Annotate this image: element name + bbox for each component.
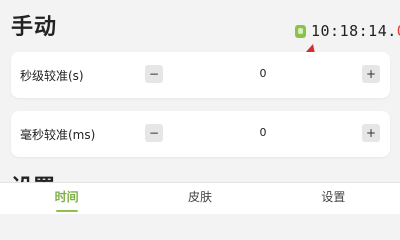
bottom-nav: 时间 皮肤 设置: [0, 182, 400, 214]
ms-calibration-label: 毫秒较准(ms): [20, 128, 96, 142]
tab-settings[interactable]: 设置: [267, 183, 400, 214]
seconds-increment-button[interactable]: +: [362, 65, 380, 83]
seconds-value: 0: [259, 67, 267, 80]
card-ms-calibration: 毫秒较准(ms) − 0 +: [11, 111, 390, 157]
seconds-calibration-label: 秒级较准(s): [20, 69, 84, 83]
ms-decrement-button[interactable]: −: [145, 124, 163, 142]
seconds-decrement-button[interactable]: −: [145, 65, 163, 83]
ms-increment-button[interactable]: +: [362, 124, 380, 142]
ms-value: 0: [259, 126, 267, 139]
card-seconds-calibration: 秒级较准(s) − 0 +: [11, 52, 390, 98]
tab-time[interactable]: 时间: [0, 183, 133, 214]
tab-skin[interactable]: 皮肤: [133, 183, 266, 214]
